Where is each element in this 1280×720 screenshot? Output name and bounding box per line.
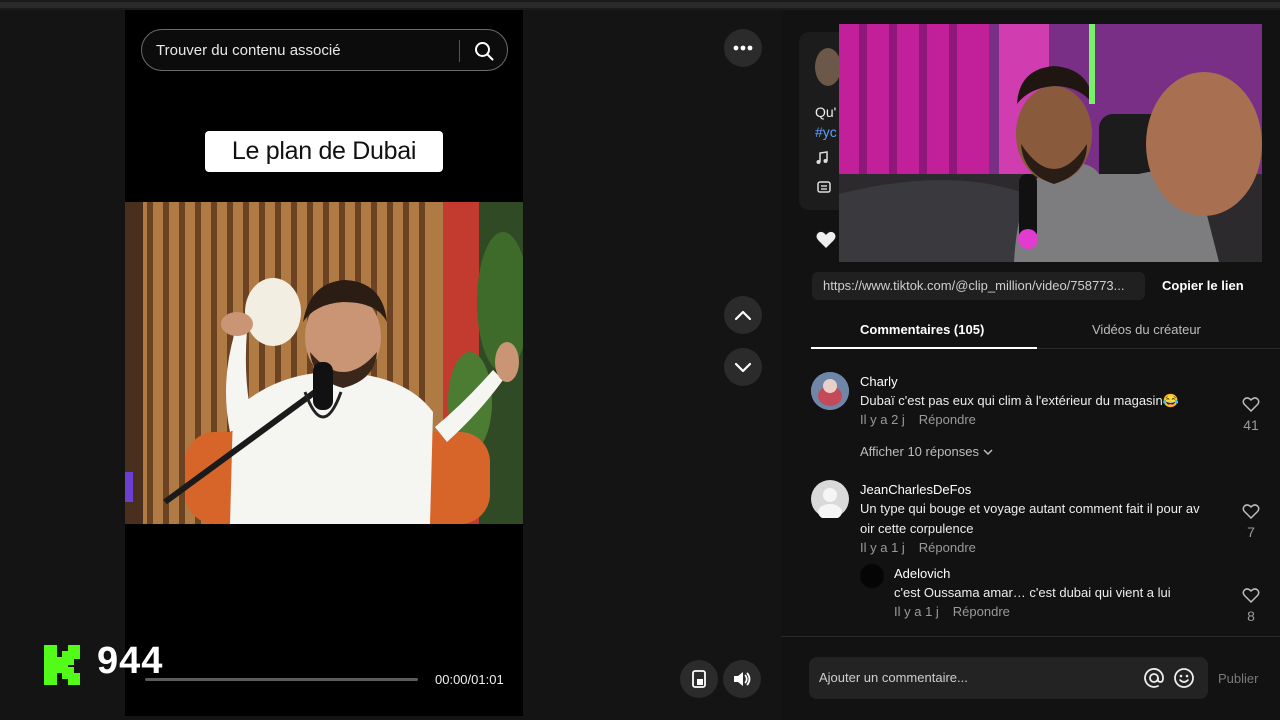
related-search-box[interactable]: Trouver du contenu associé	[141, 29, 508, 71]
comment-text: Un type qui bouge et voyage autant comme…	[860, 501, 1200, 516]
share-link-box[interactable]: https://www.tiktok.com/@clip_million/vid…	[812, 272, 1145, 300]
mini-player-button[interactable]	[680, 660, 718, 698]
video-caption-title: Le plan de Dubai	[205, 131, 443, 172]
comment-meta: Il y a 2 j Répondre	[860, 412, 976, 427]
like-heart-icon[interactable]	[815, 230, 837, 250]
comment-like-count: 8	[1247, 608, 1255, 624]
description-hashtag[interactable]: #yc	[815, 124, 837, 140]
reply-username[interactable]: Adelovich	[894, 566, 950, 581]
comment-like-icon[interactable]	[1242, 587, 1260, 603]
comment-text-continued: oir cette corpulence	[860, 521, 974, 536]
comment-text: Dubaï c'est pas eux qui clim à l'extérie…	[860, 393, 1179, 408]
creator-avatar[interactable]	[815, 48, 841, 86]
emoji-icon[interactable]	[1173, 667, 1195, 689]
kick-logo	[44, 645, 80, 685]
tab-creator-videos[interactable]: Vidéos du créateur	[1092, 322, 1201, 337]
reply-age: Il y a 1 j	[894, 604, 939, 619]
previous-video-button[interactable]	[724, 296, 762, 334]
chevron-up-icon	[734, 310, 752, 321]
video-player[interactable]: Trouver du contenu associé Le plan de Du…	[125, 10, 523, 716]
search-icon[interactable]	[473, 40, 495, 62]
reply-meta: Il y a 1 j Répondre	[894, 604, 1010, 619]
comment-input[interactable]: Ajouter un commentaire...	[809, 657, 1208, 699]
reply-button[interactable]: Répondre	[953, 604, 1010, 619]
more-dots-icon	[733, 45, 753, 51]
music-note-icon	[816, 151, 828, 164]
top-bar	[0, 2, 1280, 8]
speaker-icon	[734, 672, 751, 686]
avatar[interactable]	[811, 372, 849, 410]
effect-icon	[817, 181, 831, 193]
video-time: 00:00/01:01	[435, 672, 504, 687]
video-still	[125, 202, 523, 524]
search-divider	[459, 40, 460, 62]
publish-button[interactable]: Publier	[1218, 671, 1258, 686]
description-text: Qu'	[815, 104, 837, 120]
avatar[interactable]	[860, 564, 884, 588]
active-tab-indicator	[811, 347, 1037, 349]
show-replies-label: Afficher 10 réponses	[860, 444, 979, 459]
reply-text: c'est Oussama amar… c'est dubai qui vien…	[894, 585, 1171, 600]
comment-input-placeholder: Ajouter un commentaire...	[819, 670, 968, 685]
next-video-button[interactable]	[724, 348, 762, 386]
comment-username[interactable]: JeanCharlesDeFos	[860, 482, 971, 497]
avatar[interactable]	[811, 480, 849, 520]
tab-comments[interactable]: Commentaires (105)	[860, 322, 984, 337]
window-top-strip	[0, 0, 1280, 10]
comment-like-icon[interactable]	[1242, 396, 1260, 412]
composer-divider	[781, 636, 1280, 637]
comment-age: Il y a 1 j	[860, 540, 905, 555]
share-url[interactable]: https://www.tiktok.com/@clip_million/vid…	[823, 278, 1143, 293]
mention-icon[interactable]	[1143, 667, 1165, 689]
comment-like-count: 7	[1247, 524, 1255, 540]
chevron-down-icon	[734, 362, 752, 373]
comment-like-icon[interactable]	[1242, 503, 1260, 519]
comment-age: Il y a 2 j	[860, 412, 905, 427]
comment-meta: Il y a 1 j Répondre	[860, 540, 976, 555]
reply-button[interactable]: Répondre	[919, 540, 976, 555]
search-input[interactable]: Trouver du contenu associé	[156, 42, 341, 59]
volume-button[interactable]	[723, 660, 761, 698]
lamp	[245, 278, 301, 346]
show-replies-button[interactable]: Afficher 10 réponses	[860, 444, 993, 459]
comment-like-count: 41	[1243, 417, 1259, 433]
progress-bar[interactable]	[145, 678, 418, 681]
overlay-viewer-count: 944	[97, 640, 164, 682]
video-frame[interactable]	[125, 202, 523, 524]
more-options-button[interactable]	[724, 29, 762, 67]
reply-button[interactable]: Répondre	[919, 412, 976, 427]
copy-link-button[interactable]: Copier le lien	[1162, 278, 1244, 293]
comment-username[interactable]: Charly	[860, 374, 898, 389]
chevron-down-icon	[983, 449, 993, 456]
streamer-webcam-overlay	[839, 24, 1262, 262]
mini-player-icon	[692, 670, 706, 688]
